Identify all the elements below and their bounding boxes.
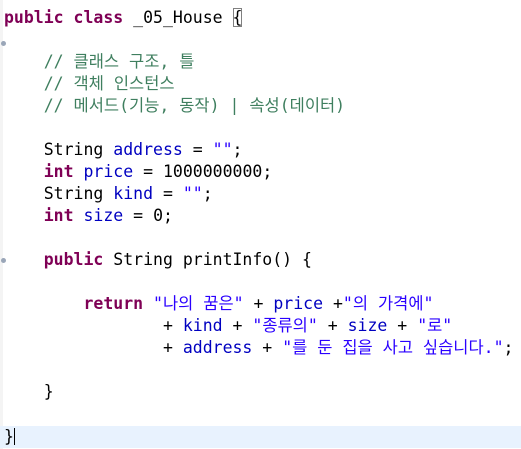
field-reference: size — [347, 316, 388, 335]
editor-ruler — [0, 0, 3, 449]
comment-line: // 메서드(기능, 동작) | 속성(데이터) — [4, 95, 519, 117]
operator: + — [162, 338, 183, 357]
operator: = — [133, 162, 163, 181]
semicolon: ; — [202, 184, 213, 203]
method-signature: String printInfo() { — [103, 250, 312, 269]
closing-brace: } — [4, 427, 14, 446]
string-literal: "로" — [417, 316, 453, 335]
field-reference: kind — [182, 316, 223, 335]
string-literal: "" — [182, 184, 203, 203]
text-caret — [13, 428, 15, 445]
comment-text: // 메서드(기능, 동작) | 속성(데이터) — [43, 96, 346, 115]
keyword-return: return — [83, 294, 144, 313]
operator: = — [123, 206, 154, 225]
field-reference: price — [273, 294, 324, 313]
operator: + — [387, 316, 418, 335]
closing-brace: } — [43, 382, 54, 401]
comment-text: // 클래스 구조, 틀 — [43, 52, 195, 71]
string-literal: "나의 꿈은" — [153, 294, 244, 313]
semicolon: ; — [262, 162, 273, 181]
operator: = — [153, 184, 183, 203]
matching-brace: { — [232, 8, 243, 27]
operator: + — [222, 316, 253, 335]
comment-line: // 클래스 구조, 틀 — [4, 51, 519, 73]
fold-marker-icon[interactable] — [1, 41, 6, 46]
comment-text: // 객체 인스턴스 — [43, 74, 175, 93]
string-literal: "" — [212, 140, 233, 159]
semicolon: ; — [163, 206, 173, 225]
method-declaration: public String printInfo() { — [4, 249, 519, 271]
field-name: size — [83, 206, 124, 225]
operator: = — [182, 140, 213, 159]
operator: + — [252, 338, 283, 357]
code-line-class-declaration: public class _05_House { — [4, 7, 519, 29]
keyword-public: public — [43, 250, 104, 269]
return-continuation: + address + "를 둔 집을 사고 싶습니다."; — [4, 337, 519, 359]
operator: + — [317, 316, 348, 335]
number-literal: 1000000000 — [162, 162, 263, 181]
number-literal: 0 — [153, 206, 163, 225]
type-keyword: int — [43, 206, 74, 225]
keyword-public: public — [4, 8, 64, 27]
type-keyword: int — [43, 162, 74, 181]
field-declaration-size: int size = 0; — [4, 205, 519, 227]
keyword-class: class — [73, 8, 124, 27]
field-declaration-price: int price = 1000000000; — [4, 161, 519, 183]
code-editor[interactable]: public class _05_House { // 클래스 구조, 틀 //… — [0, 0, 521, 449]
comment-line: // 객체 인스턴스 — [4, 73, 519, 95]
return-continuation: + kind + "종류의" + size + "로" — [4, 315, 519, 337]
field-name: price — [83, 162, 134, 181]
string-literal: "를 둔 집을 사고 싶습니다." — [282, 338, 504, 357]
operator: + — [162, 316, 183, 335]
method-closing-brace: } — [4, 381, 519, 403]
class-name: _05_House — [133, 8, 223, 27]
operator: + — [243, 294, 274, 313]
return-statement: return "나의 꿈은" + price +"의 가격에" — [4, 293, 519, 315]
type-name: String — [43, 184, 104, 203]
field-declaration-kind: String kind = ""; — [4, 183, 519, 205]
field-declaration-address: String address = ""; — [4, 139, 519, 161]
semicolon: ; — [503, 338, 514, 357]
field-name: kind — [113, 184, 154, 203]
field-reference: address — [182, 338, 253, 357]
class-closing-brace: } — [4, 426, 519, 448]
string-literal: "의 가격에" — [342, 294, 434, 313]
field-name: address — [113, 140, 183, 159]
semicolon: ; — [232, 140, 243, 159]
operator: + — [323, 294, 343, 313]
string-literal: "종류의" — [252, 316, 318, 335]
type-name: String — [43, 140, 104, 159]
